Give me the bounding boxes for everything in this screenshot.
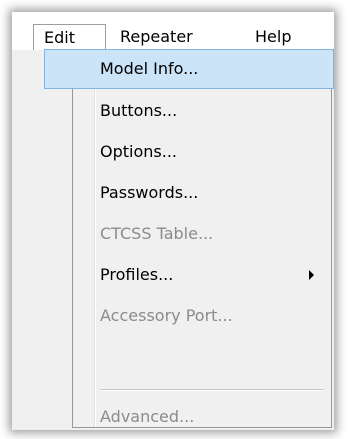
submenu-arrow-icon — [309, 270, 314, 280]
menu-item-passwords[interactable]: Passwords... — [73, 173, 331, 213]
menu-item-label: Profiles... — [100, 265, 174, 284]
menu-item-model-info[interactable]: Model Info... — [44, 49, 334, 89]
edit-dropdown-menu: Model Info... Buttons... Options... Pass… — [44, 49, 334, 428]
menu-item-label: CTCSS Table... — [100, 224, 214, 243]
menu-item-accessory-port[interactable]: Accessory Port... — [73, 296, 331, 336]
menu-item-label: Options... — [100, 142, 177, 161]
menu-item-options[interactable]: Options... — [73, 132, 331, 172]
menu-item-advanced[interactable]: Advanced... — [73, 397, 331, 437]
window-frame: Edit Repeater Help Model Info... Buttons… — [12, 12, 334, 430]
menu-item-ctcss-table[interactable]: CTCSS Table... — [73, 214, 331, 254]
menu-repeater[interactable]: Repeater — [120, 24, 193, 50]
menu-bar: Edit Repeater Help — [12, 12, 334, 50]
menu-separator-highlight — [100, 390, 324, 391]
menu-item-label: Advanced... — [100, 407, 195, 426]
menu-edit[interactable]: Edit — [33, 24, 106, 50]
menu-item-label: Model Info... — [100, 59, 199, 78]
menu-item-profiles[interactable]: Profiles... — [73, 255, 331, 295]
menu-item-label: Buttons... — [100, 101, 178, 120]
menu-item-label: Accessory Port... — [100, 306, 233, 325]
menu-help[interactable]: Help — [255, 24, 291, 50]
menu-item-buttons[interactable]: Buttons... — [73, 91, 331, 131]
menu-item-label: Passwords... — [100, 183, 199, 202]
